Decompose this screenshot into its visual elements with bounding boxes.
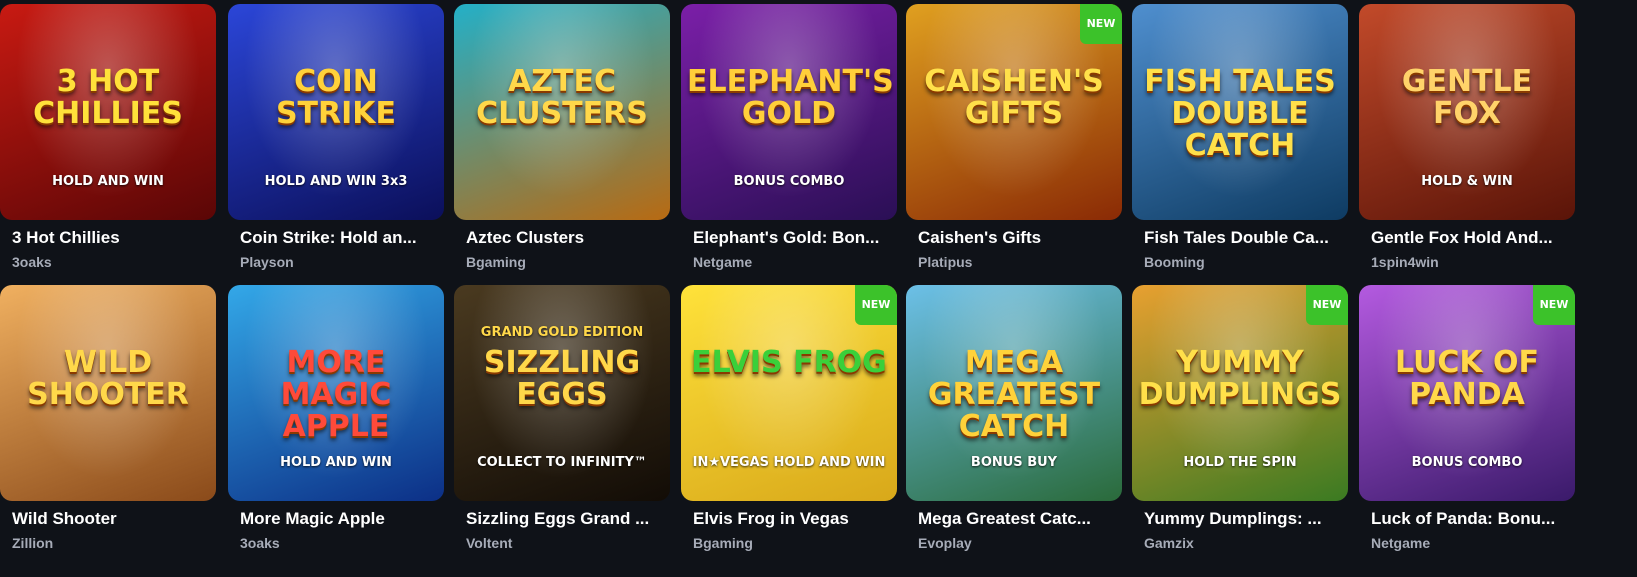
game-logo-text: WILD SHOOTER xyxy=(27,345,189,412)
game-logo-text: ELVIS FROG xyxy=(691,345,887,380)
game-thumbnail[interactable]: ELEPHANT'S GOLD BONUS COMBO xyxy=(681,4,897,220)
game-thumbnail[interactable]: LUCK OF PANDA BONUS COMBO NEW xyxy=(1359,285,1575,501)
game-card[interactable]: 3 HOT CHILLIES HOLD AND WIN 3 Hot Chillies… xyxy=(0,4,216,282)
game-logo-subtitle: BONUS COMBO xyxy=(733,174,845,189)
game-card[interactable]: LUCK OF PANDA BONUS COMBO NEW Luck of Panda… xyxy=(1359,285,1575,563)
game-logo-text: YUMMY DUMPLINGS xyxy=(1138,345,1342,412)
game-thumbnail[interactable]: MORE MAGIC APPLE HOLD AND WIN xyxy=(228,285,444,501)
game-provider: Bgaming xyxy=(466,254,526,270)
game-provider: Netgame xyxy=(1371,535,1431,551)
new-badge: NEW xyxy=(1533,285,1575,325)
game-card[interactable]: FISH TALES DOUBLE CATCH Fish Tales Double… xyxy=(1132,4,1348,282)
game-title[interactable]: Yummy Dumplings: ... xyxy=(1144,509,1344,529)
game-provider: 3oaks xyxy=(240,535,280,551)
game-provider: Bgaming xyxy=(693,535,753,551)
game-logo-text: MORE MAGIC APPLE xyxy=(280,345,392,444)
game-logo-subtitle: IN★VEGAS HOLD AND WIN xyxy=(692,455,886,470)
game-title[interactable]: Mega Greatest Catc... xyxy=(918,509,1118,529)
game-thumbnail[interactable]: MEGA GREATEST CATCH BONUS BUY xyxy=(906,285,1122,501)
game-logo-subtitle: HOLD AND WIN xyxy=(280,455,392,470)
game-thumbnail[interactable]: WILD SHOOTER xyxy=(0,285,216,501)
game-card[interactable]: WILD SHOOTER Wild Shooter Zillion xyxy=(0,285,216,563)
game-provider: Booming xyxy=(1144,254,1205,270)
game-title[interactable]: Wild Shooter xyxy=(12,509,212,529)
game-title[interactable]: Elephant's Gold: Bon... xyxy=(693,228,893,248)
game-card[interactable]: MORE MAGIC APPLE HOLD AND WIN More Magic A… xyxy=(228,285,444,563)
game-title[interactable]: More Magic Apple xyxy=(240,509,440,529)
game-thumbnail[interactable]: CAISHEN'S GIFTS NEW xyxy=(906,4,1122,220)
new-badge: NEW xyxy=(1306,285,1348,325)
game-card[interactable]: ELEPHANT'S GOLD BONUS COMBO Elephant's Gol… xyxy=(681,4,897,282)
game-thumbnail[interactable]: 3 HOT CHILLIES HOLD AND WIN xyxy=(0,4,216,220)
game-provider: Gamzix xyxy=(1144,535,1194,551)
game-logo-subtitle: HOLD AND WIN 3x3 xyxy=(264,174,408,189)
game-provider: Voltent xyxy=(466,535,513,551)
game-logo-text: 3 HOT CHILLIES xyxy=(33,64,183,131)
game-logo-subtitle: HOLD & WIN xyxy=(1421,174,1513,189)
game-grid: 3 HOT CHILLIES HOLD AND WIN 3 Hot Chillies… xyxy=(0,0,1637,577)
game-logo-text: LUCK OF PANDA xyxy=(1394,345,1540,412)
new-badge: NEW xyxy=(855,285,897,325)
game-card[interactable]: GENTLE FOX HOLD & WIN Gentle Fox Hold And.… xyxy=(1359,4,1575,282)
game-logo-text: FISH TALES DOUBLE CATCH xyxy=(1144,64,1336,163)
game-logo-subtitle: BONUS COMBO xyxy=(1411,455,1523,470)
game-thumbnail[interactable]: GRAND GOLD EDITION SIZZLING EGGS COLLECT T… xyxy=(454,285,670,501)
game-thumbnail[interactable]: AZTEC CLUSTERS xyxy=(454,4,670,220)
game-card[interactable]: ELVIS FROG IN★VEGAS HOLD AND WIN NEW Elvis … xyxy=(681,285,897,563)
game-logo-text: AZTEC CLUSTERS xyxy=(476,64,648,131)
game-title[interactable]: Elvis Frog in Vegas xyxy=(693,509,893,529)
game-card[interactable]: GRAND GOLD EDITION SIZZLING EGGS COLLECT T… xyxy=(454,285,670,563)
game-title[interactable]: Fish Tales Double Ca... xyxy=(1144,228,1344,248)
game-card[interactable]: AZTEC CLUSTERS Aztec Clusters Bgaming xyxy=(454,4,670,282)
game-card[interactable]: CAISHEN'S GIFTS NEW Caishen's Gifts Platipu… xyxy=(906,4,1122,282)
game-logo-text: GENTLE FOX xyxy=(1401,64,1533,131)
game-logo-text: ELEPHANT'S GOLD xyxy=(687,64,894,131)
game-card[interactable]: MEGA GREATEST CATCH BONUS BUY Mega Greates… xyxy=(906,285,1122,563)
game-provider: Zillion xyxy=(12,535,54,551)
game-card[interactable]: COIN STRIKE HOLD AND WIN 3x3 Coin Strike: … xyxy=(228,4,444,282)
game-logo-pretitle: GRAND GOLD EDITION xyxy=(480,325,644,340)
game-logo-text: COIN STRIKE xyxy=(275,64,397,131)
game-thumbnail[interactable]: GENTLE FOX HOLD & WIN xyxy=(1359,4,1575,220)
game-title[interactable]: Luck of Panda: Bonu... xyxy=(1371,509,1571,529)
game-thumbnail[interactable]: ELVIS FROG IN★VEGAS HOLD AND WIN NEW xyxy=(681,285,897,501)
game-provider: 3oaks xyxy=(12,254,52,270)
game-logo-text: MEGA GREATEST CATCH xyxy=(927,345,1101,444)
game-thumbnail[interactable]: FISH TALES DOUBLE CATCH xyxy=(1132,4,1348,220)
game-title[interactable]: 3 Hot Chillies xyxy=(12,228,212,248)
game-title[interactable]: Caishen's Gifts xyxy=(918,228,1118,248)
game-title[interactable]: Coin Strike: Hold an... xyxy=(240,228,440,248)
game-title[interactable]: Gentle Fox Hold And... xyxy=(1371,228,1571,248)
game-provider: Netgame xyxy=(693,254,753,270)
game-logo-text: SIZZLING EGGS xyxy=(483,345,641,412)
game-logo-subtitle: COLLECT TO INFINITY™ xyxy=(477,455,647,470)
game-title[interactable]: Sizzling Eggs Grand ... xyxy=(466,509,666,529)
new-badge: NEW xyxy=(1080,4,1122,44)
game-thumbnail[interactable]: COIN STRIKE HOLD AND WIN 3x3 xyxy=(228,4,444,220)
game-provider: Evoplay xyxy=(918,535,972,551)
game-provider: Playson xyxy=(240,254,294,270)
game-thumbnail[interactable]: YUMMY DUMPLINGS HOLD THE SPIN NEW xyxy=(1132,285,1348,501)
game-title[interactable]: Aztec Clusters xyxy=(466,228,666,248)
game-provider: Platipus xyxy=(918,254,973,270)
game-logo-text: CAISHEN'S GIFTS xyxy=(924,64,1104,131)
game-logo-subtitle: HOLD AND WIN xyxy=(52,174,164,189)
game-card[interactable]: YUMMY DUMPLINGS HOLD THE SPIN NEW Yummy Dum… xyxy=(1132,285,1348,563)
game-provider: 1spin4win xyxy=(1371,254,1439,270)
game-logo-subtitle: HOLD THE SPIN xyxy=(1183,455,1297,470)
game-logo-subtitle: BONUS BUY xyxy=(970,455,1058,470)
